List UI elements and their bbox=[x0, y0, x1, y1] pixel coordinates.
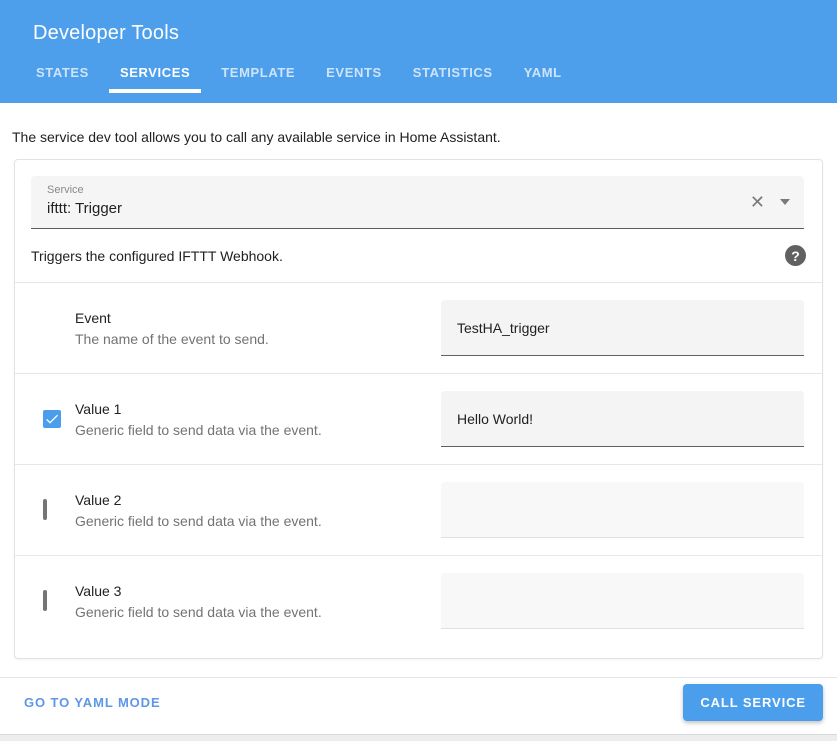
app-header: Developer Tools STATES SERVICES TEMPLATE… bbox=[0, 0, 837, 103]
field-row-value3: Value 3 Generic field to send data via t… bbox=[15, 556, 822, 646]
tab-events[interactable]: EVENTS bbox=[315, 52, 393, 93]
field-description: Generic field to send data via the event… bbox=[75, 604, 322, 620]
service-description-row: Triggers the configured IFTTT Webhook. ? bbox=[15, 229, 822, 282]
tab-states[interactable]: STATES bbox=[25, 52, 100, 93]
field-description: Generic field to send data via the event… bbox=[75, 422, 322, 438]
field-row-value3-left: Value 3 Generic field to send data via t… bbox=[43, 583, 441, 620]
service-picker[interactable]: Service ifttt: Trigger ✕ bbox=[31, 176, 804, 229]
help-icon[interactable]: ? bbox=[785, 245, 806, 266]
value2-checkbox[interactable] bbox=[43, 499, 47, 520]
action-bar: GO TO YAML MODE CALL SERVICE bbox=[0, 677, 837, 727]
field-row-value1-left: Value 1 Generic field to send data via t… bbox=[43, 401, 441, 438]
call-service-button[interactable]: CALL SERVICE bbox=[683, 684, 823, 721]
service-picker-value: ifttt: Trigger bbox=[47, 200, 734, 217]
service-call-card: Service ifttt: Trigger ✕ Triggers the co… bbox=[14, 159, 823, 659]
page-title: Developer Tools bbox=[0, 0, 837, 45]
field-row-value1: Value 1 Generic field to send data via t… bbox=[15, 374, 822, 464]
value3-checkbox[interactable] bbox=[43, 590, 47, 611]
checkmark-icon bbox=[44, 411, 60, 427]
field-name: Value 2 bbox=[75, 492, 322, 508]
field-row-value2: Value 2 Generic field to send data via t… bbox=[15, 465, 822, 555]
field-row-event: Event The name of the event to send. Tes… bbox=[15, 283, 822, 373]
field-name: Event bbox=[75, 310, 269, 326]
tab-bar: STATES SERVICES TEMPLATE EVENTS STATISTI… bbox=[0, 52, 837, 93]
event-input[interactable]: TestHA_trigger bbox=[441, 300, 804, 356]
field-row-event-left: Event The name of the event to send. bbox=[43, 310, 441, 347]
service-picker-label: Service bbox=[47, 184, 734, 196]
field-description: Generic field to send data via the event… bbox=[75, 513, 322, 529]
field-row-value2-left: Value 2 Generic field to send data via t… bbox=[43, 492, 441, 529]
value1-checkbox[interactable] bbox=[43, 410, 61, 428]
chevron-down-icon[interactable] bbox=[780, 199, 790, 205]
go-to-yaml-mode-button[interactable]: GO TO YAML MODE bbox=[24, 695, 161, 710]
clear-icon[interactable]: ✕ bbox=[750, 193, 765, 211]
service-description: Triggers the configured IFTTT Webhook. bbox=[31, 248, 283, 264]
tab-yaml[interactable]: YAML bbox=[513, 52, 573, 93]
value1-input[interactable]: Hello World! bbox=[441, 391, 804, 447]
field-name: Value 1 bbox=[75, 401, 322, 417]
value2-input[interactable] bbox=[441, 482, 804, 538]
tab-statistics[interactable]: STATISTICS bbox=[402, 52, 504, 93]
service-picker-icons: ✕ bbox=[750, 176, 790, 228]
tab-services[interactable]: SERVICES bbox=[109, 52, 201, 93]
field-name: Value 3 bbox=[75, 583, 322, 599]
bottom-strip bbox=[0, 734, 837, 741]
field-description: The name of the event to send. bbox=[75, 331, 269, 347]
intro-text: The service dev tool allows you to call … bbox=[0, 103, 837, 159]
tab-template[interactable]: TEMPLATE bbox=[210, 52, 306, 93]
value3-input[interactable] bbox=[441, 573, 804, 629]
